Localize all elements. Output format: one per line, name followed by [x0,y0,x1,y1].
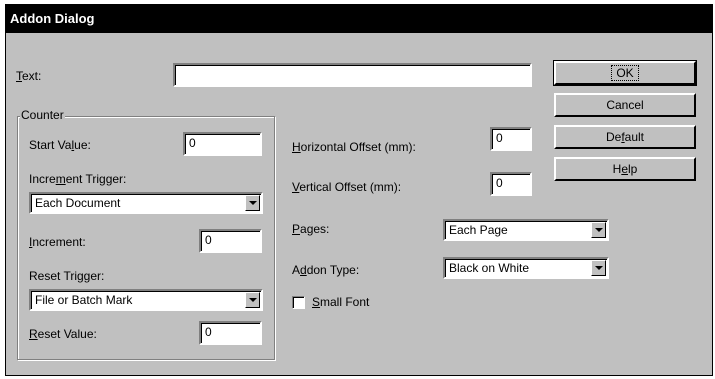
small-font-checkbox[interactable] [292,296,305,309]
chevron-down-icon[interactable] [245,195,260,211]
reset-value-input[interactable]: 0 [199,321,262,345]
cancel-button[interactable]: Cancel [554,93,696,117]
increment-trigger-select[interactable]: Each Document [29,192,263,214]
increment-trigger-label: Increment Trigger: [29,172,127,186]
pages-label: Pages: [292,222,330,236]
reset-trigger-select[interactable]: File or Batch Mark [29,289,263,311]
reset-trigger-label: Reset Trigger: [29,269,105,283]
pages-select[interactable]: Each Page [443,219,609,241]
window-title: Addon Dialog [10,11,95,26]
ok-button[interactable]: OK [553,60,697,86]
horizontal-offset-input[interactable]: 0 [490,127,532,151]
counter-group-title: Counter [20,108,65,122]
horizontal-offset-label: Horizontal Offset (mm): [292,140,416,154]
increment-input[interactable]: 0 [199,229,262,253]
default-button[interactable]: Default [554,125,696,149]
start-value-label: Start Value: [29,138,91,152]
title-bar[interactable]: Addon Dialog [6,5,712,33]
chevron-down-icon[interactable] [245,292,260,308]
addon-type-select[interactable]: Black on White [443,257,609,279]
chevron-down-icon[interactable] [591,222,606,238]
start-value-input[interactable]: 0 [183,132,262,156]
increment-label: Increment: [29,235,86,249]
help-button[interactable]: Help [554,157,696,181]
addon-type-label: Addon Type: [292,263,360,277]
text-label: Text: [16,69,42,83]
chevron-down-icon[interactable] [591,260,606,276]
vertical-offset-input[interactable]: 0 [490,172,532,196]
addon-dialog: Addon Dialog Text: OK Cancel Default Hel… [5,4,713,376]
reset-value-label: Reset Value: [29,327,97,341]
vertical-offset-label: Vertical Offset (mm): [292,180,402,194]
small-font-label[interactable]: Small Font [312,295,369,309]
text-input[interactable] [173,63,532,87]
